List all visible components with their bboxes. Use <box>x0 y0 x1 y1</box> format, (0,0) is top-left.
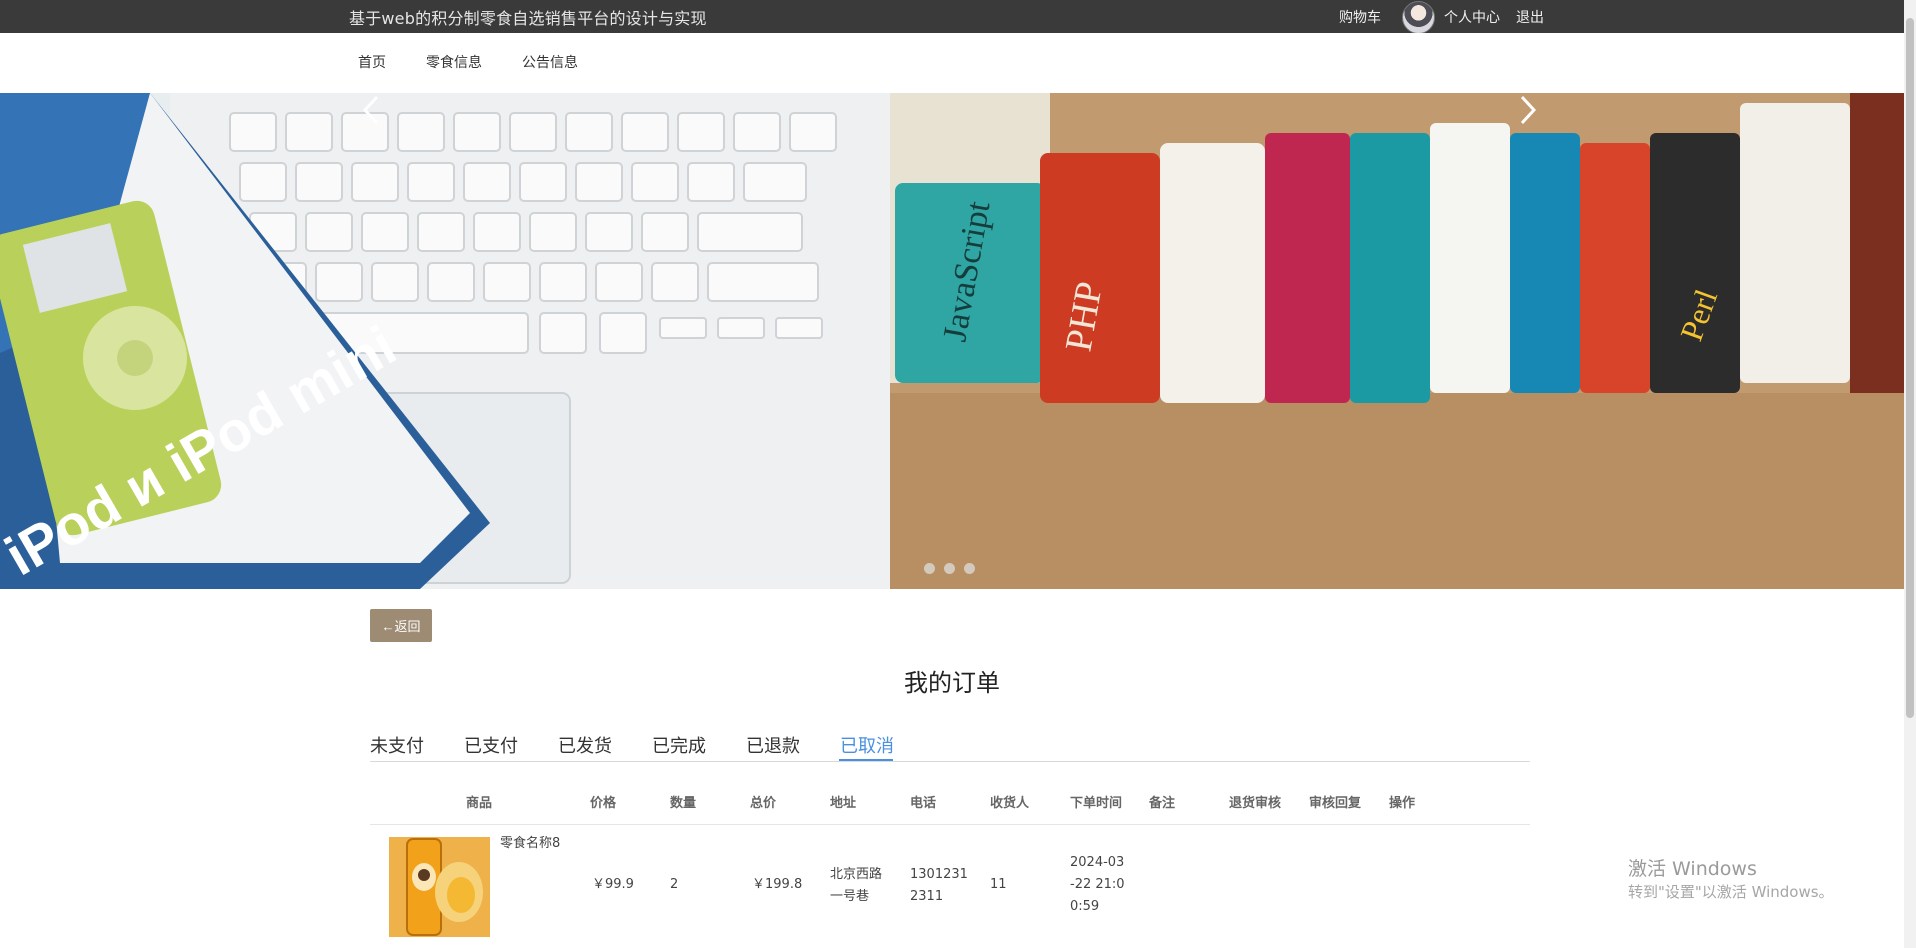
chevron-left-icon[interactable] <box>355 93 389 127</box>
site-title: 基于web的积分制零食自选销售平台的设计与实现 <box>349 9 707 28</box>
main-nav: 首页 零食信息 公告信息 <box>0 33 1904 93</box>
th-address: 地址 <box>830 796 857 811</box>
top-bar: 基于web的积分制零食自选销售平台的设计与实现 购物车 个人中心 退出 <box>0 0 1904 34</box>
tab-completed[interactable]: 已完成 <box>652 732 706 758</box>
th-product: 商品 <box>466 796 493 811</box>
time-line-2: -22 21:0 <box>1070 877 1125 892</box>
page-title: 我的订单 <box>904 669 1000 697</box>
th-actions: 操作 <box>1389 796 1416 811</box>
th-refund-review: 退货审核 <box>1229 796 1282 811</box>
banner-image: JavaScript PHP Perl iPod и iPod mini <box>0 93 1904 589</box>
th-total: 总价 <box>750 796 777 811</box>
tab-unpaid[interactable]: 未支付 <box>370 732 424 758</box>
activation-watermark-hint: 转到"设置"以激活 Windows。 <box>1628 883 1834 901</box>
th-remark: 备注 <box>1149 796 1176 811</box>
tab-cancelled[interactable]: 已取消 <box>840 732 894 758</box>
time-line-1: 2024-03 <box>1070 855 1125 870</box>
phone-line-1: 1301231 <box>910 867 968 882</box>
th-review-reply: 审核回复 <box>1309 796 1362 811</box>
user-avatar[interactable] <box>1402 1 1435 34</box>
arrow-left-icon: ← <box>381 619 395 634</box>
nav-item-notices[interactable]: 公告信息 <box>522 52 578 72</box>
carousel-dot-1[interactable] <box>924 563 935 574</box>
order-status-tabs: 未支付 已支付 已发货 已完成 已退款 已取消 <box>370 728 1530 762</box>
chevron-right-icon[interactable] <box>1510 93 1544 127</box>
th-quantity: 数量 <box>670 796 697 811</box>
cart-link[interactable]: 购物车 <box>1339 7 1381 27</box>
back-button[interactable]: ←返回 <box>370 609 432 642</box>
total-cell: ￥199.8 <box>752 877 803 892</box>
tab-shipped[interactable]: 已发货 <box>558 732 612 758</box>
nav-item-home[interactable]: 首页 <box>358 52 386 72</box>
carousel-dot-2[interactable] <box>944 563 955 574</box>
product-image[interactable] <box>389 837 490 937</box>
time-line-3: 0:59 <box>1070 899 1100 914</box>
product-name[interactable]: 零食名称8 <box>500 833 560 855</box>
table-row: 零食名称8 ￥99.9 2 ￥199.8 北京西路 一号巷 1301231 23… <box>370 825 1530 948</box>
logout-link[interactable]: 退出 <box>1516 7 1544 27</box>
phone-line-2: 2311 <box>910 889 944 904</box>
quantity-cell: 2 <box>670 877 679 892</box>
tab-paid[interactable]: 已支付 <box>464 732 518 758</box>
th-receiver: 收货人 <box>990 796 1030 811</box>
carousel-dot-3[interactable] <box>964 563 975 574</box>
th-phone: 电话 <box>910 796 937 811</box>
scrollbar-thumb[interactable] <box>1906 18 1914 718</box>
active-tab-indicator <box>839 759 893 761</box>
back-button-label: 返回 <box>394 619 421 634</box>
th-price: 价格 <box>590 796 617 811</box>
banner-carousel: JavaScript PHP Perl iPod и iPod mini <box>0 93 1904 589</box>
table-header: 商品 价格 数量 总价 地址 电话 收货人 下单时间 备注 退货审核 审核回复 … <box>370 780 1530 825</box>
profile-link[interactable]: 个人中心 <box>1444 7 1500 27</box>
tab-refunded[interactable]: 已退款 <box>746 732 800 758</box>
receiver-cell: 11 <box>990 877 1007 892</box>
address-line-1: 北京西路 <box>830 867 883 882</box>
nav-item-snacks[interactable]: 零食信息 <box>426 52 482 72</box>
th-order-time: 下单时间 <box>1070 796 1123 811</box>
price-cell: ￥99.9 <box>592 877 634 892</box>
activation-watermark-title: 激活 Windows <box>1628 858 1757 880</box>
page-scrollbar[interactable] <box>1904 0 1916 948</box>
address-line-2: 一号巷 <box>830 889 870 904</box>
